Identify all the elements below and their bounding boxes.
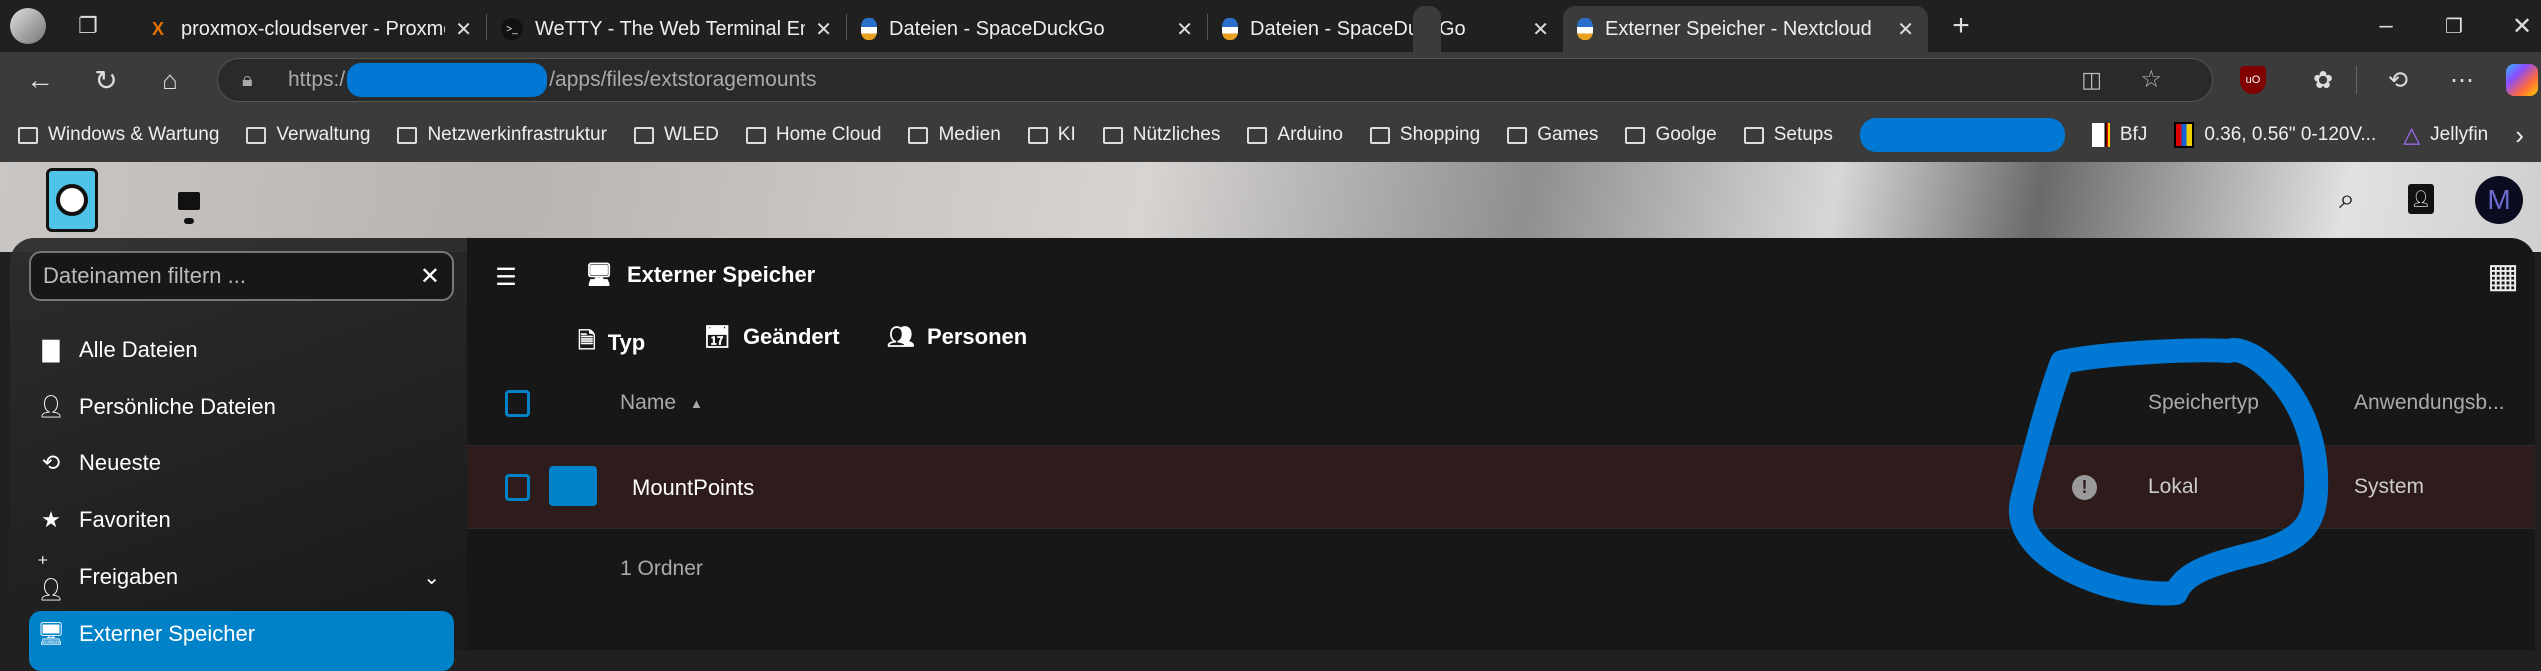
annotation-scribble bbox=[2008, 338, 2329, 606]
annotation-loop bbox=[2008, 338, 2329, 606]
